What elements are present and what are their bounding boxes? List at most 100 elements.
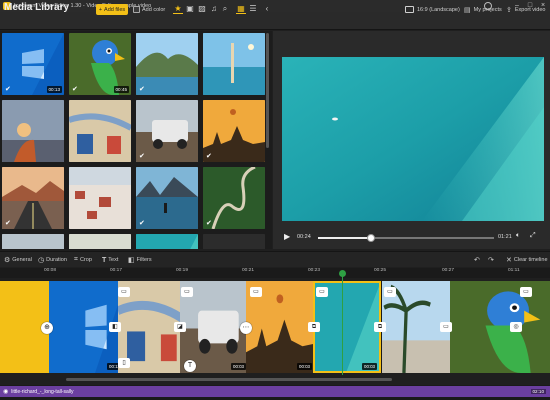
collapse-chevron-icon[interactable]: ‹ — [262, 4, 272, 14]
clip-menu-icon[interactable]: ▭ — [520, 287, 532, 297]
checkmark-icon: ✔ — [72, 86, 78, 93]
timeline-track: 00:0300:1300:0300:0300:03⊕◧▭◪T▯▭⋯▭⧉▭⧉▭▭◎… — [0, 281, 550, 373]
add-color-button[interactable]: Add color — [133, 4, 165, 15]
redo-button[interactable]: ↷ — [488, 255, 494, 265]
clip-menu-icon[interactable]: ▭ — [384, 287, 396, 297]
grid-view-icon[interactable]: ▦ — [236, 4, 246, 14]
transition-icon[interactable]: ◧ — [109, 322, 121, 332]
duration-label: Duration — [46, 257, 67, 263]
audio-clip-name: ◉ little-richard_-_long-tall-sally — [3, 388, 74, 396]
crop-button[interactable]: ⌗ Crop — [74, 255, 92, 265]
media-thumbnail[interactable]: 00:13 ✔ — [2, 33, 64, 95]
checkmark-icon: ✔ — [206, 220, 212, 227]
ruler-tick-label: 00:27 — [442, 268, 455, 273]
text-button[interactable]: T Text — [102, 255, 118, 265]
aspect-ratio-icon — [405, 6, 414, 13]
media-duration: 00:13 — [46, 86, 62, 93]
timeline-ruler[interactable]: 00:08 00:17 00:19 00:21 00:23 00:25 00:27 01:11 — [0, 268, 550, 278]
undo-button[interactable]: ↶ — [474, 255, 480, 265]
media-library-title: Media Library — [4, 2, 70, 13]
crop-icon: ⌗ — [74, 256, 78, 263]
ruler-tick-label: 00:19 — [176, 268, 189, 273]
favorites-star-icon[interactable]: ★ — [173, 4, 183, 14]
clip-menu-icon[interactable]: ▭ — [250, 287, 262, 297]
checkmark-icon: ✔ — [5, 86, 11, 93]
clip-menu-icon[interactable]: ▭ — [118, 287, 130, 297]
export-video-button[interactable]: ⇪ Export video — [506, 4, 545, 15]
media-thumbnail[interactable]: 00:45 ✔ — [69, 33, 131, 95]
gear-icon: ⚙ — [4, 257, 11, 264]
media-thumbnail[interactable]: ✔ — [203, 167, 265, 229]
media-scrollbar[interactable] — [266, 33, 269, 148]
clear-timeline-label: Clear timeline — [513, 257, 548, 263]
add-files-button[interactable]: + Add files — [96, 4, 128, 15]
ruler-tick-label: 01:11 — [508, 268, 520, 273]
media-thumbnail[interactable]: ✔ — [136, 33, 198, 95]
filters-icon: ◧ — [128, 257, 135, 264]
media-thumbnail[interactable] — [203, 33, 265, 95]
list-view-icon[interactable]: ☰ — [248, 4, 258, 14]
transition-icon[interactable]: ◪ — [174, 322, 186, 332]
general-button[interactable]: ⚙ General — [4, 255, 32, 265]
zoom-transition-icon[interactable]: ⊕ — [41, 322, 53, 334]
transition-icon[interactable]: ⧉ — [374, 322, 386, 332]
ruler-tick-label: 00:17 — [110, 268, 123, 273]
image-filter-icon[interactable]: ▨ — [197, 4, 207, 14]
video-filter-icon[interactable]: ▣ — [185, 4, 195, 14]
seek-handle[interactable] — [367, 234, 375, 242]
clip-duration: 00:03 — [231, 363, 246, 370]
clip-menu-icon[interactable]: ▭ — [181, 287, 193, 297]
media-thumbnail[interactable] — [203, 234, 265, 249]
audio-filter-icon[interactable]: ♫ — [209, 4, 219, 14]
transition-icon[interactable]: ◎ — [510, 322, 522, 332]
transition-icon[interactable]: ▭ — [440, 322, 452, 332]
clip-duration: 00:03 — [362, 363, 377, 370]
media-library-grid: 00:13 ✔ 00:45 ✔ ✔ ✔ ✔ ✔ ✔ ✔ — [0, 31, 272, 249]
transition-icon[interactable]: ⋯ — [240, 322, 252, 334]
checkmark-icon: ✔ — [5, 220, 11, 227]
checkmark-icon: ✔ — [206, 153, 212, 160]
aspect-ratio-button[interactable]: 16:9 (Landscape) — [405, 4, 460, 15]
transition-icon[interactable]: ⧉ — [308, 322, 320, 332]
audio-clip[interactable]: ◉ little-richard_-_long-tall-sally 02:10 — [0, 386, 550, 397]
media-thumbnail[interactable]: ✔ — [136, 100, 198, 162]
aspect-ratio-label: 16:9 (Landscape) — [417, 6, 460, 13]
media-thumbnail[interactable] — [69, 234, 131, 249]
clip-type-icon[interactable]: ▯ — [118, 358, 130, 368]
export-icon: ⇪ — [506, 6, 512, 14]
search-icon[interactable]: ⌕ — [220, 4, 230, 14]
playhead[interactable] — [342, 272, 343, 375]
text-label: Text — [108, 257, 119, 263]
duration-button[interactable]: ◷ Duration — [38, 255, 67, 265]
media-thumbnail[interactable] — [69, 100, 131, 162]
media-thumbnail[interactable] — [2, 100, 64, 162]
ruler-tick-label: 00:08 — [44, 268, 57, 273]
ruler-tick-label: 00:23 — [308, 268, 321, 273]
video-preview[interactable] — [282, 57, 544, 221]
play-icon[interactable]: ▶ — [284, 233, 292, 241]
media-thumbnail[interactable] — [136, 234, 198, 249]
media-thumbnail[interactable]: ✔ — [203, 100, 265, 162]
clear-timeline-button[interactable]: ✕ Clear timeline — [506, 255, 548, 265]
audio-duration: 02:10 — [530, 389, 546, 394]
volume-icon[interactable]: 🔈︎ — [516, 232, 520, 240]
media-thumbnail[interactable] — [2, 234, 64, 249]
timeline-scrollbar[interactable] — [66, 378, 392, 381]
media-thumbnail[interactable]: ✔ — [2, 167, 64, 229]
redo-icon: ↷ — [488, 257, 494, 264]
clip-menu-icon[interactable]: ▭ — [316, 287, 328, 297]
text-overlay-icon[interactable]: T — [184, 360, 196, 372]
timeline-clip[interactable] — [450, 281, 550, 373]
color-swatch-icon — [133, 6, 140, 13]
filters-button[interactable]: ◧ Filters — [128, 255, 152, 265]
seek-bar-progress — [318, 237, 371, 239]
fullscreen-icon[interactable]: ⤢ — [530, 232, 536, 240]
media-thumbnail[interactable]: ✔ — [136, 167, 198, 229]
my-projects-button[interactable]: ▤ My projects — [464, 4, 502, 15]
clip-duration: 00:03 — [297, 363, 312, 370]
media-duration: 00:45 — [113, 86, 129, 93]
export-video-label: Export video — [514, 6, 546, 13]
media-thumbnail[interactable] — [69, 167, 131, 229]
add-files-label: Add files — [104, 6, 126, 13]
general-label: General — [12, 257, 32, 263]
